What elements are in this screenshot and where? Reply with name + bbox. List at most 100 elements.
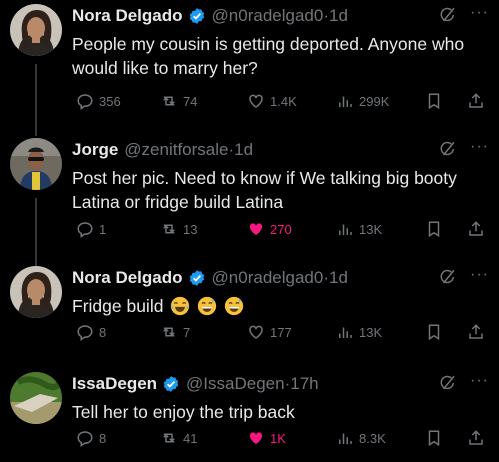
avatar[interactable] (10, 4, 62, 56)
timestamp[interactable]: 1d (234, 140, 253, 160)
display-name[interactable]: Nora Delgado (72, 6, 183, 26)
user-handle[interactable]: @n0radelgad0 (212, 6, 324, 26)
tweet[interactable]: Nora Delgado @n0radelgad0 · 1d ··· Fridg… (0, 266, 499, 356)
avatar[interactable] (10, 372, 62, 424)
repost-button[interactable]: 74 (160, 90, 197, 112)
profile-photo-icon (10, 266, 62, 318)
tweet-text: Post her pic. Need to know if We talking… (72, 168, 457, 212)
views-button[interactable]: 299K (336, 90, 389, 112)
tweet[interactable]: Jorge @zenitforsale · 1d ··· Post her pi… (0, 138, 499, 256)
heart-filled-icon (249, 223, 263, 235)
heart-filled-icon (249, 432, 263, 444)
repost-button[interactable]: 13 (160, 218, 197, 240)
repost-count: 13 (183, 221, 198, 237)
repost-button[interactable]: 41 (160, 427, 197, 449)
reply-button[interactable]: 356 (76, 90, 121, 112)
reply-count: 8 (99, 324, 107, 340)
heart-icon (249, 325, 263, 339)
repost-count: 41 (183, 430, 198, 446)
grinning-sweat-emoji-icon (198, 296, 217, 316)
crying-laughing-emoji-icon (171, 296, 190, 316)
share-icon[interactable] (467, 429, 485, 447)
view-count: 8.3K (359, 430, 386, 446)
tweet-text: People my cousin is getting deported. An… (72, 34, 465, 78)
display-name[interactable]: IssaDegen (72, 374, 157, 394)
share-icon[interactable] (467, 92, 485, 110)
repost-icon (163, 224, 175, 234)
avatar[interactable] (10, 266, 62, 318)
like-button[interactable]: 1K (247, 427, 286, 449)
repost-icon (163, 433, 175, 443)
display-name[interactable]: Jorge (72, 140, 118, 160)
views-chart-icon (339, 327, 352, 338)
grok-icon[interactable] (439, 374, 457, 392)
views-chart-icon (339, 224, 352, 235)
bookmark-icon[interactable] (425, 323, 443, 341)
like-button[interactable]: 1.4K (247, 90, 297, 112)
reply-button[interactable]: 1 (76, 218, 106, 240)
timestamp[interactable]: 1d (329, 6, 348, 26)
view-count: 13K (359, 324, 383, 340)
repost-icon (163, 327, 175, 337)
profile-photo-icon (10, 4, 62, 56)
view-count: 13K (359, 221, 383, 237)
repost-count: 74 (183, 93, 198, 109)
grok-icon[interactable] (439, 268, 457, 286)
reply-count: 356 (99, 93, 121, 109)
verified-badge-icon (189, 8, 204, 24)
grok-icon[interactable] (439, 140, 457, 158)
like-count: 1.4K (270, 93, 297, 109)
like-button[interactable]: 177 (247, 321, 292, 343)
share-icon[interactable] (467, 323, 485, 341)
views-chart-icon (339, 96, 352, 107)
grok-icon[interactable] (439, 6, 457, 24)
reply-icon (77, 431, 93, 447)
tweet-header: Nora Delgado @n0radelgad0 · 1d (72, 4, 491, 28)
like-count: 1K (270, 430, 286, 446)
like-count: 270 (270, 221, 292, 237)
avatar[interactable] (10, 138, 62, 190)
timestamp[interactable]: 1d (329, 268, 348, 288)
verified-badge-icon (163, 376, 179, 392)
views-button[interactable]: 8.3K (336, 427, 386, 449)
heart-icon (249, 94, 263, 108)
share-icon[interactable] (467, 220, 485, 238)
reply-count: 8 (99, 430, 107, 446)
reply-icon (77, 94, 93, 110)
reply-icon (77, 325, 93, 341)
tweet-text-container: Fridge build (72, 294, 491, 318)
bookmark-icon[interactable] (425, 429, 443, 447)
tweet[interactable]: Nora Delgado @n0radelgad0 · 1d ··· Peopl… (0, 4, 499, 122)
repost-count: 7 (183, 324, 191, 340)
more-options-icon[interactable]: ··· (470, 138, 489, 156)
timestamp[interactable]: 17h (290, 374, 318, 394)
repost-icon (163, 96, 175, 106)
user-handle[interactable]: @zenitforsale (124, 140, 228, 160)
reply-count: 1 (99, 221, 107, 237)
bookmark-icon[interactable] (425, 220, 443, 238)
tweet-header: Nora Delgado @n0radelgad0 · 1d (72, 266, 491, 290)
grinning-sweat-emoji-icon (224, 296, 244, 316)
bookmark-icon[interactable] (425, 92, 443, 110)
repost-button[interactable]: 7 (160, 321, 190, 343)
user-handle[interactable]: @IssaDegen (186, 374, 285, 394)
tweet-header: IssaDegen @IssaDegen · 17h (72, 372, 491, 396)
display-name[interactable]: Nora Delgado (72, 268, 183, 288)
tweet-text: Fridge build (72, 296, 164, 316)
like-button[interactable]: 270 (247, 218, 292, 240)
reply-button[interactable]: 8 (76, 427, 106, 449)
verified-badge-icon (189, 270, 204, 286)
more-options-icon[interactable]: ··· (470, 266, 489, 284)
user-handle[interactable]: @n0radelgad0 (212, 268, 324, 288)
more-options-icon[interactable]: ··· (470, 4, 489, 22)
tweet-header: Jorge @zenitforsale · 1d (72, 138, 491, 162)
reply-button[interactable]: 8 (76, 321, 106, 343)
view-count: 299K (359, 93, 390, 109)
profile-photo-icon (10, 138, 62, 190)
profile-photo-icon (10, 372, 62, 424)
more-options-icon[interactable]: ··· (470, 372, 489, 390)
views-button[interactable]: 13K (336, 218, 382, 240)
views-button[interactable]: 13K (336, 321, 382, 343)
tweet-text: Tell her to enjoy the trip back (72, 402, 295, 422)
tweet[interactable]: IssaDegen @IssaDegen · 17h ··· Tell her … (0, 372, 499, 462)
